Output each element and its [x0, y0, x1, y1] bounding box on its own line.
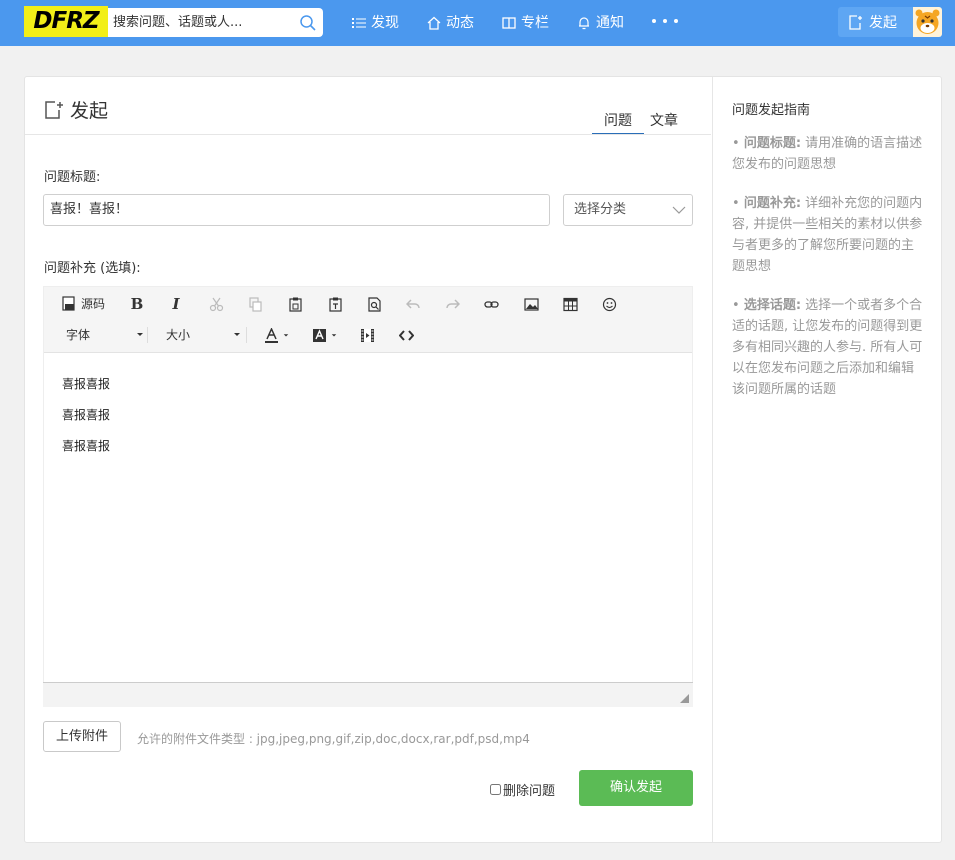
guide-head: 问题标题:	[743, 136, 802, 151]
tab-question-label: 问题	[604, 113, 632, 129]
video-icon[interactable]	[358, 326, 376, 344]
delete-question-checkbox[interactable]	[490, 784, 501, 795]
editor-paragraph: 喜报喜报	[62, 377, 111, 391]
site-logo[interactable]: DFRZ	[24, 6, 108, 37]
delete-question-option[interactable]: 删除问题	[490, 780, 555, 799]
editor-toolbar: 源码 B I 字体 大小	[44, 287, 692, 353]
book-icon	[502, 17, 516, 29]
source-button-label: 源码	[81, 296, 106, 311]
top-navbar: DFRZ 发现 动态 专栏 通知 发起	[0, 0, 955, 46]
guide-head: 选择话题:	[743, 298, 802, 313]
nav-columns[interactable]: 专栏	[502, 0, 549, 46]
nav-feed[interactable]: 动态	[427, 0, 474, 46]
page-title: 发起	[44, 96, 108, 123]
caret-down-icon	[331, 334, 337, 337]
copy-icon[interactable]	[246, 295, 264, 313]
nav-feed-label: 动态	[446, 15, 474, 31]
caret-down-icon	[234, 333, 240, 336]
new-post-icon	[45, 100, 63, 119]
font-size-label: 大小	[166, 327, 191, 342]
guide-sidebar: 问题发起指南 • 问题标题: 请用准确的语言描述您发布的问题思想 • 问题补充:…	[712, 77, 942, 842]
background-color-button[interactable]	[312, 326, 340, 344]
tab-article-label: 文章	[650, 113, 678, 129]
paste-text-icon[interactable]	[326, 295, 344, 313]
undo-icon[interactable]	[404, 295, 422, 313]
guide-head: 问题补充:	[743, 196, 802, 211]
source-button[interactable]: 源码	[62, 294, 112, 312]
page-title-text: 发起	[70, 100, 109, 122]
question-title-input[interactable]: 喜报！喜报！	[43, 194, 550, 226]
nav-discover[interactable]: 发现	[352, 0, 399, 46]
bell-icon	[579, 17, 589, 30]
tiger-avatar-icon	[915, 9, 940, 34]
link-icon[interactable]	[482, 295, 500, 313]
editor-statusbar	[43, 682, 693, 707]
allowed-file-types: 允许的附件文件类型 : jpg,jpeg,png,gif,zip,doc,doc…	[137, 732, 530, 746]
nav-columns-label: 专栏	[521, 15, 549, 31]
header-publish-label: 发起	[869, 15, 897, 31]
divider	[25, 134, 711, 135]
emoji-icon[interactable]	[600, 295, 618, 313]
rich-text-editor: 源码 B I 字体 大小 喜报喜报 喜报喜报 喜报喜报	[43, 286, 693, 707]
table-icon[interactable]	[561, 295, 579, 313]
confirm-publish-button[interactable]: 确认发起	[579, 770, 693, 806]
editor-content[interactable]: 喜报喜报 喜报喜报 喜报喜报	[62, 369, 110, 462]
upload-attachment-button[interactable]: 上传附件	[43, 721, 121, 752]
resize-handle-icon[interactable]	[680, 694, 689, 703]
font-family-select[interactable]: 字体	[66, 325, 144, 343]
tab-question[interactable]: 问题	[592, 110, 644, 135]
source-code-icon	[62, 295, 75, 311]
text-color-button[interactable]	[264, 326, 292, 344]
guide-title: 问题发起指南	[732, 103, 811, 118]
search-box	[108, 8, 323, 37]
editor-paragraph: 喜报喜报	[62, 408, 111, 422]
supplement-label: 问题补充 (选填):	[44, 261, 141, 276]
tab-article[interactable]: 文章	[648, 110, 680, 135]
new-post-icon	[849, 14, 862, 30]
font-family-label: 字体	[66, 327, 91, 342]
category-select[interactable]: 选择分类	[563, 194, 693, 226]
publish-panel: 发起 问题 文章 问题标题: 喜报！喜报！ 选择分类 问题补充 (选填): 源码…	[24, 76, 942, 843]
guide-item: • 选择话题: 选择一个或者多个合适的话题, 让您发布的问题得到更多有相同兴趣的…	[732, 298, 923, 397]
caret-down-icon	[283, 334, 289, 337]
nav-notifications[interactable]: 通知	[577, 0, 624, 46]
guide-item: • 问题标题: 请用准确的语言描述您发布的问题思想	[732, 136, 923, 172]
cut-icon[interactable]	[207, 295, 225, 313]
nav-notifications-label: 通知	[596, 15, 624, 31]
search-input[interactable]	[113, 8, 298, 37]
avatar[interactable]	[913, 7, 942, 37]
caret-down-icon	[137, 333, 143, 336]
list-icon	[352, 18, 366, 28]
home-icon	[427, 16, 441, 30]
nav-discover-label: 发现	[371, 15, 399, 31]
find-icon[interactable]	[365, 295, 383, 313]
question-title-label: 问题标题:	[44, 170, 101, 185]
text-color-icon	[265, 327, 278, 343]
guide-item: • 问题补充: 详细补充您的问题内容, 并提供一些相关的素材以供参与者更多的了解…	[732, 196, 923, 274]
image-icon[interactable]	[522, 295, 540, 313]
chevron-down-icon	[672, 206, 686, 214]
paste-icon[interactable]	[286, 295, 304, 313]
background-color-icon	[313, 328, 326, 342]
bold-icon[interactable]: B	[128, 295, 146, 313]
search-icon[interactable]	[299, 14, 317, 32]
more-dots-icon[interactable]	[652, 19, 678, 23]
toolbar-separator	[147, 327, 148, 343]
header-publish-button[interactable]: 发起	[838, 7, 913, 37]
category-select-label: 选择分类	[574, 202, 627, 217]
italic-icon[interactable]: I	[167, 295, 185, 313]
redo-icon[interactable]	[443, 295, 461, 313]
editor-paragraph: 喜报喜报	[62, 439, 111, 453]
font-size-select[interactable]: 大小	[166, 325, 241, 343]
delete-question-label: 删除问题	[503, 784, 556, 799]
code-icon[interactable]	[397, 326, 415, 344]
toolbar-separator	[246, 327, 247, 343]
